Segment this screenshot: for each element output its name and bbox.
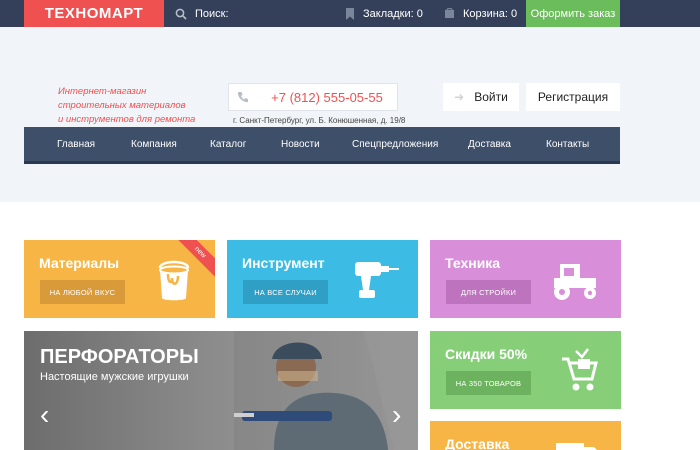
store-address: г. Санкт-Петербург, ул. Б. Конюшенная, д… [233, 116, 406, 125]
nav-item-news[interactable]: Новости [281, 139, 320, 150]
logo[interactable]: ТЕХНОМАРТ [24, 0, 164, 30]
search-label: Поиск: [195, 7, 229, 20]
bookmarks-link[interactable]: Закладки: 0 [345, 0, 423, 27]
banner-image [234, 331, 418, 450]
tile-button[interactable]: НА ВСЕ СЛУЧАИ [243, 280, 328, 304]
nav-item-home[interactable]: Главная [57, 139, 95, 150]
banner-title: ПЕРФОРАТОРЫ [40, 346, 199, 368]
search-box[interactable]: Поиск: [175, 0, 229, 27]
drill-icon [355, 262, 399, 298]
bookmarks-label: Закладки: 0 [363, 7, 423, 20]
tile-machinery[interactable]: Техника ДЛЯ СТРОЙКИ [430, 240, 621, 318]
tile-button[interactable]: НА 350 ТОВАРОВ [446, 371, 531, 395]
nav-item-special-offers[interactable]: Спецпредложения [352, 139, 438, 150]
tile-materials[interactable]: Материалы НА ЛЮБОЙ ВКУС new [24, 240, 215, 318]
tile-button[interactable]: НА ЛЮБОЙ ВКУС [40, 280, 125, 304]
phone-number: +7 (812) 555-05-55 [271, 89, 383, 105]
paint-bucket-icon [158, 260, 190, 301]
nav-item-catalog[interactable]: Каталог [210, 139, 246, 150]
tractor-icon [554, 264, 596, 300]
login-button[interactable]: ➜ Войти [443, 83, 519, 111]
checkout-button[interactable]: Оформить заказ [526, 0, 620, 27]
login-label: Войти [474, 90, 508, 104]
phone-box[interactable]: +7 (812) 555-05-55 [228, 83, 398, 111]
truck-icon [556, 443, 597, 450]
header: Интернет-магазин строительных материалов… [0, 27, 700, 202]
tile-title: Доставка [445, 436, 510, 450]
phone-icon [229, 91, 257, 103]
register-button[interactable]: Регистрация [526, 83, 620, 111]
tile-delivery[interactable]: Доставка [430, 421, 621, 450]
store-tagline: Интернет-магазин строительных материалов… [58, 85, 208, 127]
main-nav: Главная Компания Каталог Новости Спецпре… [24, 127, 620, 164]
tile-title: Инструмент [242, 255, 325, 271]
tile-tools[interactable]: Инструмент НА ВСЕ СЛУЧАИ [227, 240, 418, 318]
nav-item-delivery[interactable]: Доставка [468, 139, 511, 150]
tile-title: Техника [445, 255, 501, 271]
nav-item-contacts[interactable]: Контакты [546, 139, 589, 150]
search-icon [175, 8, 187, 20]
cart-icon [445, 8, 454, 18]
nav-item-company[interactable]: Компания [131, 139, 177, 150]
cart-label: Корзина: 0 [463, 7, 518, 20]
tagline-line: строительных материалов [58, 100, 186, 111]
banner-subtitle: Настоящие мужские игрушки [40, 371, 189, 383]
bookmark-icon [346, 7, 354, 20]
tile-discounts[interactable]: Скидки 50% НА 350 ТОВАРОВ [430, 331, 621, 409]
tagline-line: Интернет-магазин [58, 86, 147, 97]
carousel-next-icon[interactable]: › [392, 399, 401, 431]
cart-link[interactable]: Корзина: 0 [444, 0, 517, 27]
shopping-cart-icon [562, 348, 598, 391]
carousel-prev-icon[interactable]: ‹ [40, 399, 49, 431]
tile-button[interactable]: ДЛЯ СТРОЙКИ [446, 280, 531, 304]
tile-title: Материалы [39, 255, 120, 271]
login-icon: ➜ [454, 90, 465, 104]
tagline-line: и инструментов для ремонта [58, 114, 196, 125]
promo-banner[interactable]: ПЕРФОРАТОРЫ Настоящие мужские игрушки ‹ … [24, 331, 418, 450]
tile-title: Скидки 50% [445, 346, 528, 362]
